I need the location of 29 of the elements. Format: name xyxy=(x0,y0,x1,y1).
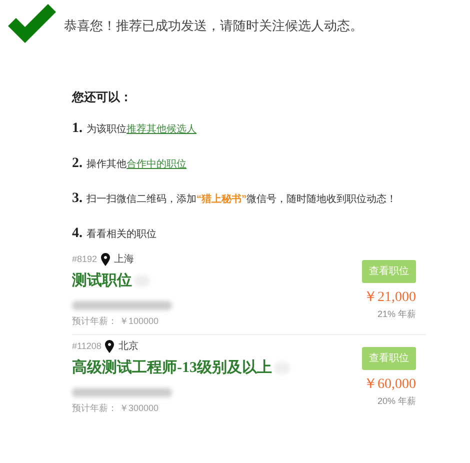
checkmark-icon xyxy=(8,4,56,44)
estimated-salary: 预计年薪： ￥100000 xyxy=(72,314,160,328)
blurred-company-icon xyxy=(72,388,172,396)
job-id: #8192 xyxy=(72,252,98,266)
location-pin-icon xyxy=(101,253,110,266)
link[interactable]: 推荐其他候选人 xyxy=(126,124,196,135)
step-number: 1. xyxy=(72,120,82,138)
subheading: 您还可以： xyxy=(72,89,133,106)
job-city: 上海 xyxy=(114,252,134,267)
link[interactable]: 合作中的职位 xyxy=(126,159,186,170)
step-text: 扫一扫微信二维码，添加“猎上秘书”微信号，随时随地收到职位动态！ xyxy=(86,192,396,207)
reward-rate: 21% 年薪 xyxy=(377,308,416,321)
blurred-company-icon xyxy=(72,300,172,310)
step-number: 3. xyxy=(72,190,82,208)
estimated-salary: 预计年薪： ￥300000 xyxy=(72,402,160,414)
step-text: 看看相关的职位 xyxy=(86,228,156,242)
job-title: 测试职位 xyxy=(72,271,132,291)
step-number: 2. xyxy=(72,155,82,173)
job-city: 北京 xyxy=(118,340,138,354)
reward-amount: ￥60,000 xyxy=(364,376,416,394)
reward-amount: ￥21,000 xyxy=(364,289,416,307)
job-title: 高级测试工程师-13级别及以上 xyxy=(72,358,272,378)
success-message: 恭喜您！推荐已成功发送，请随时关注候选人动态。 xyxy=(64,17,363,36)
reward-rate: 20% 年薪 xyxy=(377,395,416,408)
step-number: 4. xyxy=(72,225,82,243)
step-text: 为该职位推荐其他候选人 xyxy=(86,122,196,137)
job-id: #11208 xyxy=(72,340,102,353)
step-text: 操作其他合作中的职位 xyxy=(86,158,186,172)
location-pin-icon xyxy=(105,340,114,353)
